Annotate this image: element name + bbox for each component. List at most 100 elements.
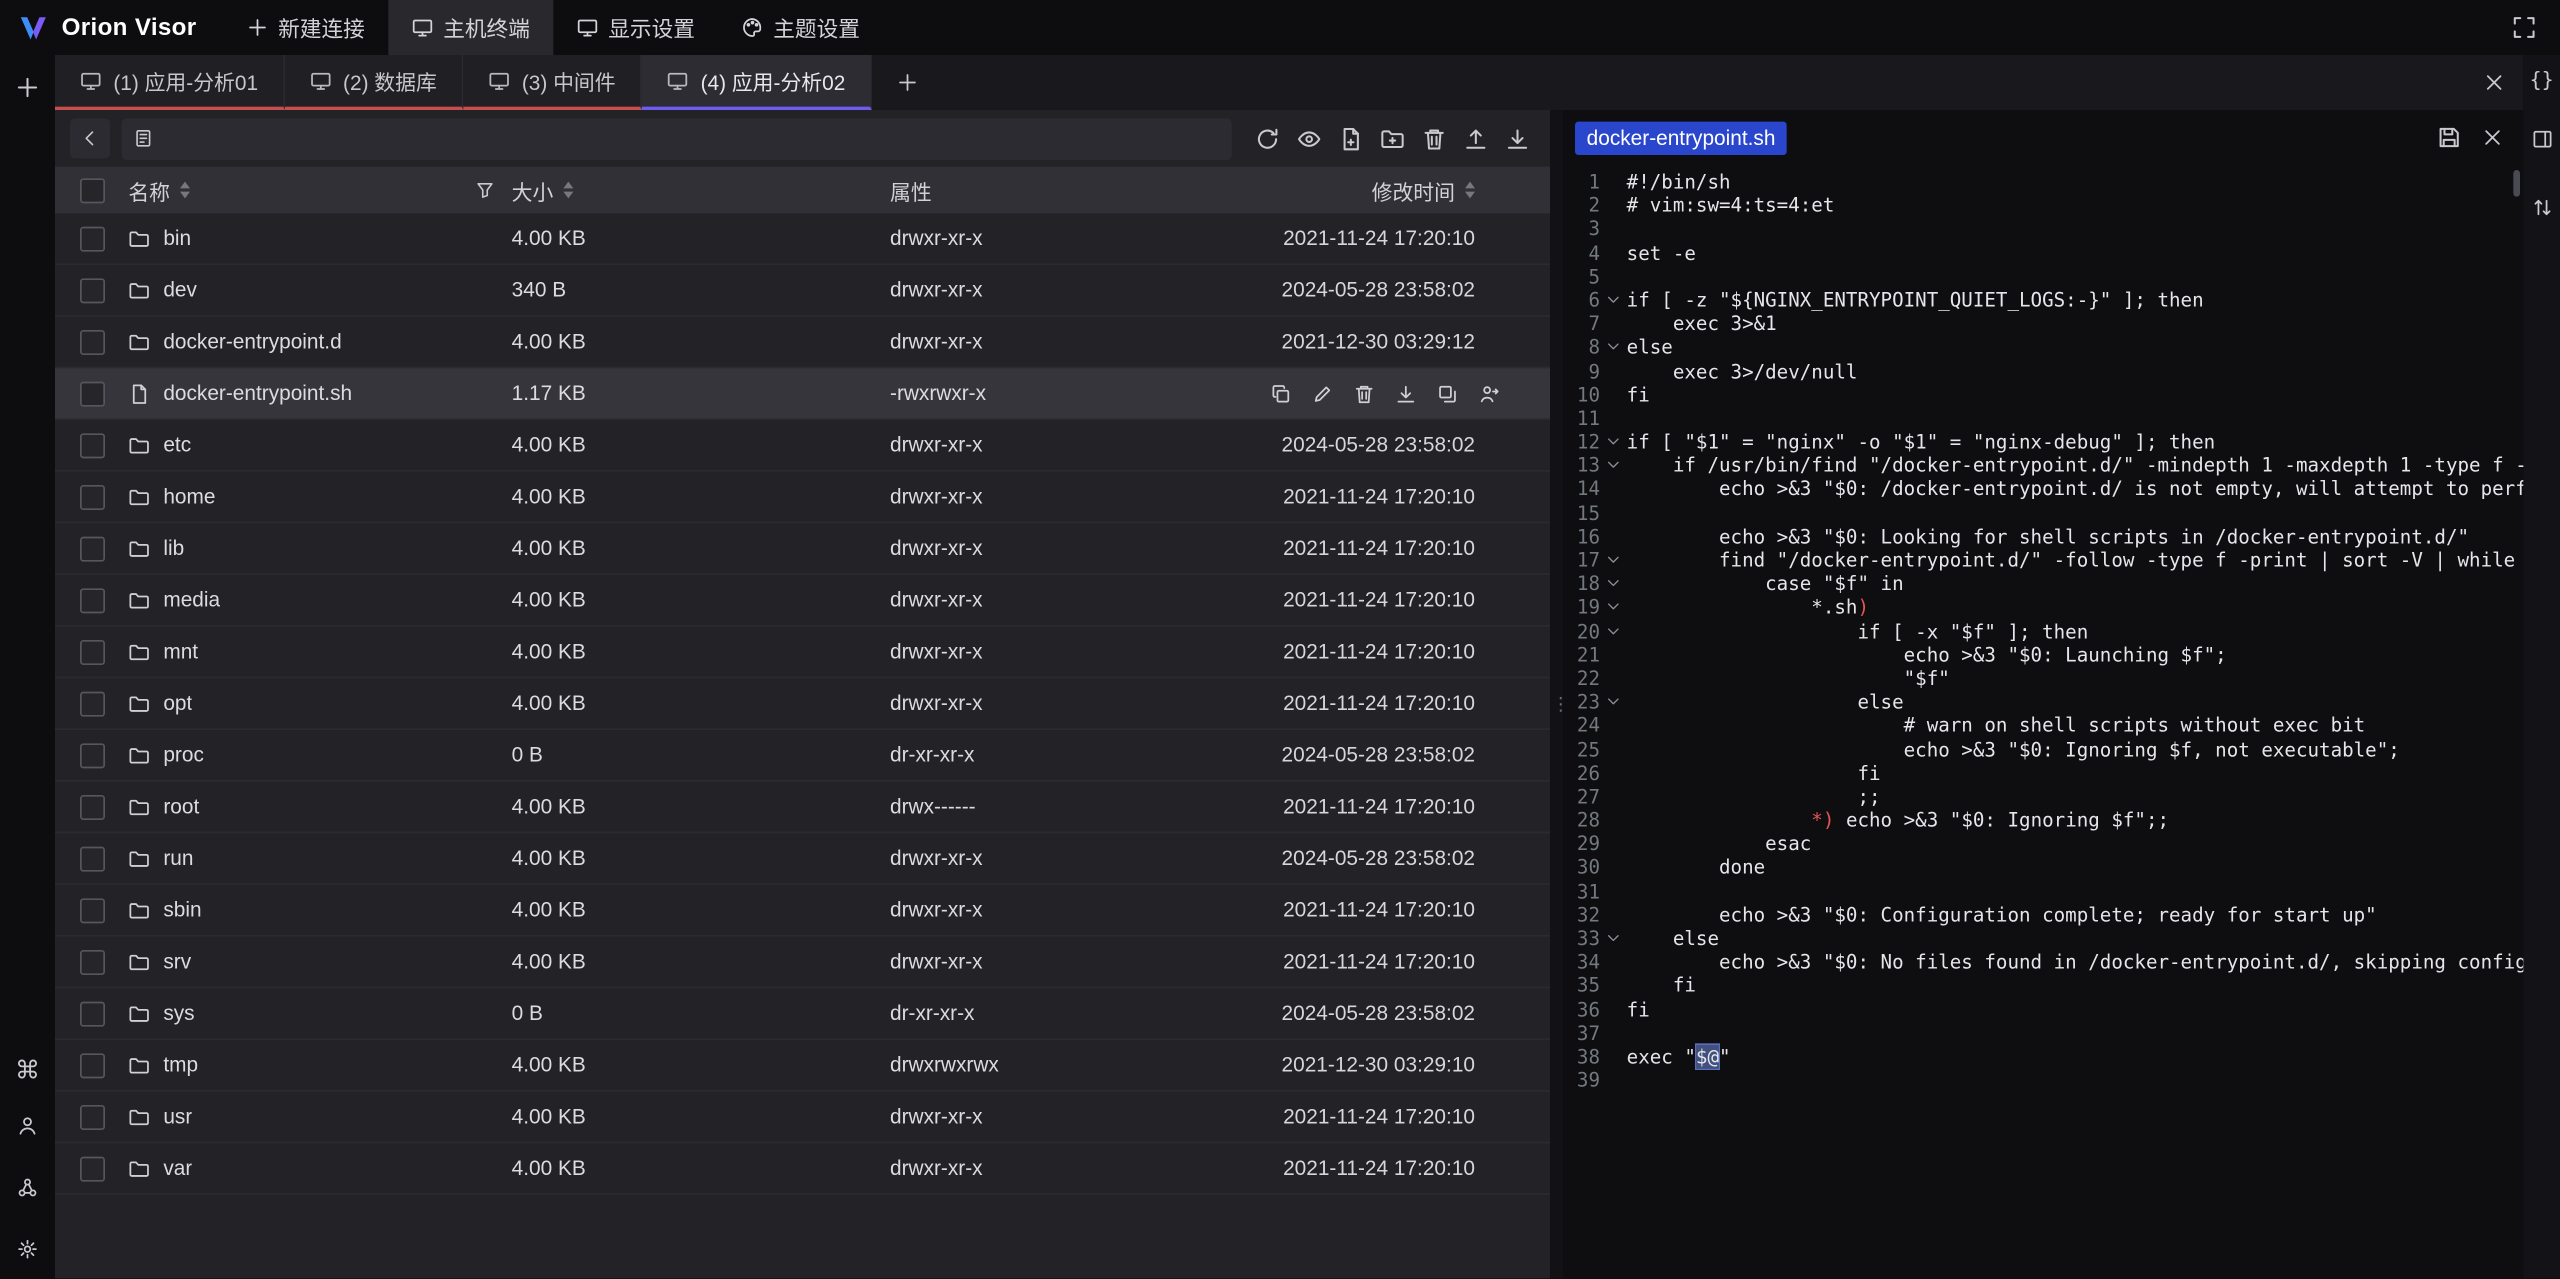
code-line[interactable]: 9 exec 3>/dev/null [1563, 359, 2523, 383]
fold-chevron-icon[interactable] [1600, 288, 1627, 312]
nav-item-host-terminal[interactable]: 主机终端 [388, 0, 553, 55]
code-line[interactable]: 18 case "$f" in [1563, 572, 2523, 596]
code-line[interactable]: 37 [1563, 1021, 2523, 1045]
code-line[interactable]: 22 "$f" [1563, 667, 2523, 691]
row-action-copy-path-icon[interactable] [1437, 383, 1459, 405]
nav-item-new-connection[interactable]: 新建连接 [223, 0, 388, 55]
close-editor-icon[interactable] [2472, 118, 2512, 158]
code-line[interactable]: 11 [1563, 406, 2523, 430]
code-line[interactable]: 24 # warn on shell scripts without exec … [1563, 714, 2523, 738]
code-line[interactable]: 23 else [1563, 690, 2523, 714]
code-line[interactable]: 34 echo >&3 "$0: No files found in /dock… [1563, 950, 2523, 974]
code-line[interactable]: 19 *.sh) [1563, 596, 2523, 620]
code-line[interactable]: 10fi [1563, 383, 2523, 407]
row-checkbox[interactable] [79, 691, 104, 716]
row-checkbox[interactable] [79, 484, 104, 509]
sort-icon[interactable] [180, 182, 190, 199]
code-line[interactable]: 6if [ -z "${NGINX_ENTRYPOINT_QUIET_LOGS:… [1563, 288, 2523, 312]
table-row[interactable]: root4.00 KBdrwx------2021-11-24 17:20:10 [55, 782, 1550, 834]
table-row[interactable]: srv4.00 KBdrwxr-xr-x2021-11-24 17:20:10 [55, 937, 1550, 989]
table-row[interactable]: docker-entrypoint.sh1.17 KB-rwxrwxr-x [55, 368, 1550, 420]
column-header-name[interactable]: 名称 [128, 174, 170, 206]
code-line[interactable]: 1#!/bin/sh [1563, 170, 2523, 194]
command-snippets-icon[interactable]: ⌘ [15, 1058, 40, 1083]
table-row[interactable]: sys0 Bdr-xr-xr-x2024-05-28 23:58:02 [55, 988, 1550, 1040]
terminal-tab[interactable]: (2) 数据库 [285, 55, 464, 110]
column-header-size[interactable]: 大小 [512, 174, 554, 206]
fold-chevron-icon[interactable] [1600, 336, 1627, 360]
table-row[interactable]: lib4.00 KBdrwxr-xr-x2021-11-24 17:20:10 [55, 523, 1550, 575]
path-input[interactable] [163, 125, 1220, 152]
code-line[interactable]: 36fi [1563, 998, 2523, 1022]
row-checkbox[interactable] [79, 743, 104, 768]
row-checkbox[interactable] [79, 433, 104, 458]
path-list-icon[interactable] [133, 128, 153, 148]
select-all-checkbox[interactable] [79, 178, 104, 203]
panel-resize-handle[interactable]: ⋮ [1550, 110, 1563, 1278]
code-line[interactable]: 12if [ "$1" = "nginx" -o "$1" = "nginx-d… [1563, 430, 2523, 454]
filter-icon[interactable] [475, 180, 495, 200]
terminal-tab[interactable]: (3) 中间件 [463, 55, 642, 110]
row-action-copy-icon[interactable] [1270, 383, 1292, 405]
swap-vertical-icon[interactable] [2522, 187, 2560, 227]
row-checkbox[interactable] [79, 1053, 104, 1078]
table-row[interactable]: media4.00 KBdrwxr-xr-x2021-11-24 17:20:1… [55, 575, 1550, 627]
fold-chevron-icon[interactable] [1600, 596, 1627, 620]
code-line[interactable]: 39 [1563, 1069, 2523, 1093]
row-checkbox[interactable] [79, 536, 104, 561]
row-action-permission-icon[interactable] [1478, 383, 1500, 405]
format-braces-icon[interactable]: {} [2530, 70, 2554, 90]
back-button[interactable] [70, 118, 110, 158]
add-tab-icon[interactable] [887, 63, 927, 103]
terminal-tab[interactable]: (4) 应用-分析02 [642, 55, 872, 110]
code-line[interactable]: 21 echo >&3 "$0: Launching $f"; [1563, 643, 2523, 667]
code-line[interactable]: 25 echo >&3 "$0: Ignoring $f, not execut… [1563, 738, 2523, 762]
editor-file-tab[interactable]: docker-entrypoint.sh [1575, 121, 1787, 154]
row-checkbox[interactable] [79, 1156, 104, 1181]
fold-chevron-icon[interactable] [1600, 430, 1627, 454]
fold-chevron-icon[interactable] [1600, 572, 1627, 596]
code-line[interactable]: 15 [1563, 501, 2523, 525]
row-checkbox[interactable] [79, 846, 104, 871]
terminal-tab[interactable]: (1) 应用-分析01 [55, 55, 285, 110]
connections-icon[interactable] [8, 1167, 48, 1207]
sort-icon[interactable] [563, 182, 573, 199]
row-checkbox[interactable] [79, 898, 104, 923]
fold-chevron-icon[interactable] [1600, 690, 1627, 714]
code-line[interactable]: 5 [1563, 265, 2523, 289]
code-line[interactable]: 35 fi [1563, 974, 2523, 998]
sort-icon[interactable] [1465, 182, 1475, 199]
row-checkbox[interactable] [79, 794, 104, 819]
table-row[interactable]: usr4.00 KBdrwxr-xr-x2021-11-24 17:20:10 [55, 1092, 1550, 1144]
code-line[interactable]: 26 fi [1563, 761, 2523, 785]
settings-gear-icon[interactable] [8, 1228, 48, 1268]
code-line[interactable]: 29 esac [1563, 832, 2523, 856]
row-checkbox[interactable] [79, 1104, 104, 1129]
delete-icon[interactable] [1413, 118, 1453, 158]
code-line[interactable]: 16 echo >&3 "$0: Looking for shell scrip… [1563, 525, 2523, 549]
code-line[interactable]: 14 echo >&3 "$0: /docker-entrypoint.d/ i… [1563, 477, 2523, 501]
close-panel-icon[interactable] [2473, 63, 2513, 103]
table-row[interactable]: proc0 Bdr-xr-xr-x2024-05-28 23:58:02 [55, 730, 1550, 782]
row-checkbox[interactable] [79, 381, 104, 406]
row-action-trash-icon[interactable] [1353, 383, 1375, 405]
code-line[interactable]: 38exec "$@" [1563, 1045, 2523, 1069]
row-checkbox[interactable] [79, 329, 104, 354]
table-row[interactable]: bin4.00 KBdrwxr-xr-x2021-11-24 17:20:10 [55, 213, 1550, 265]
new-folder-icon[interactable] [1372, 118, 1412, 158]
row-checkbox[interactable] [79, 588, 104, 613]
table-row[interactable]: etc4.00 KBdrwxr-xr-x2024-05-28 23:58:02 [55, 420, 1550, 472]
user-icon[interactable] [8, 1105, 48, 1145]
table-row[interactable]: docker-entrypoint.d4.00 KBdrwxr-xr-x2021… [55, 317, 1550, 369]
refresh-icon[interactable] [1247, 118, 1287, 158]
new-connection-plus-icon[interactable] [8, 67, 48, 107]
fold-chevron-icon[interactable] [1600, 548, 1627, 572]
code-line[interactable]: 27 ;; [1563, 785, 2523, 809]
new-file-icon[interactable] [1330, 118, 1370, 158]
code-line[interactable]: 4set -e [1563, 241, 2523, 265]
table-row[interactable]: tmp4.00 KBdrwxrwxrwx2021-12-30 03:29:10 [55, 1040, 1550, 1092]
column-header-mtime[interactable]: 修改时间 [1372, 174, 1455, 206]
save-icon[interactable] [2428, 118, 2468, 158]
row-action-edit-icon[interactable] [1312, 383, 1334, 405]
code-line[interactable]: 31 [1563, 879, 2523, 903]
